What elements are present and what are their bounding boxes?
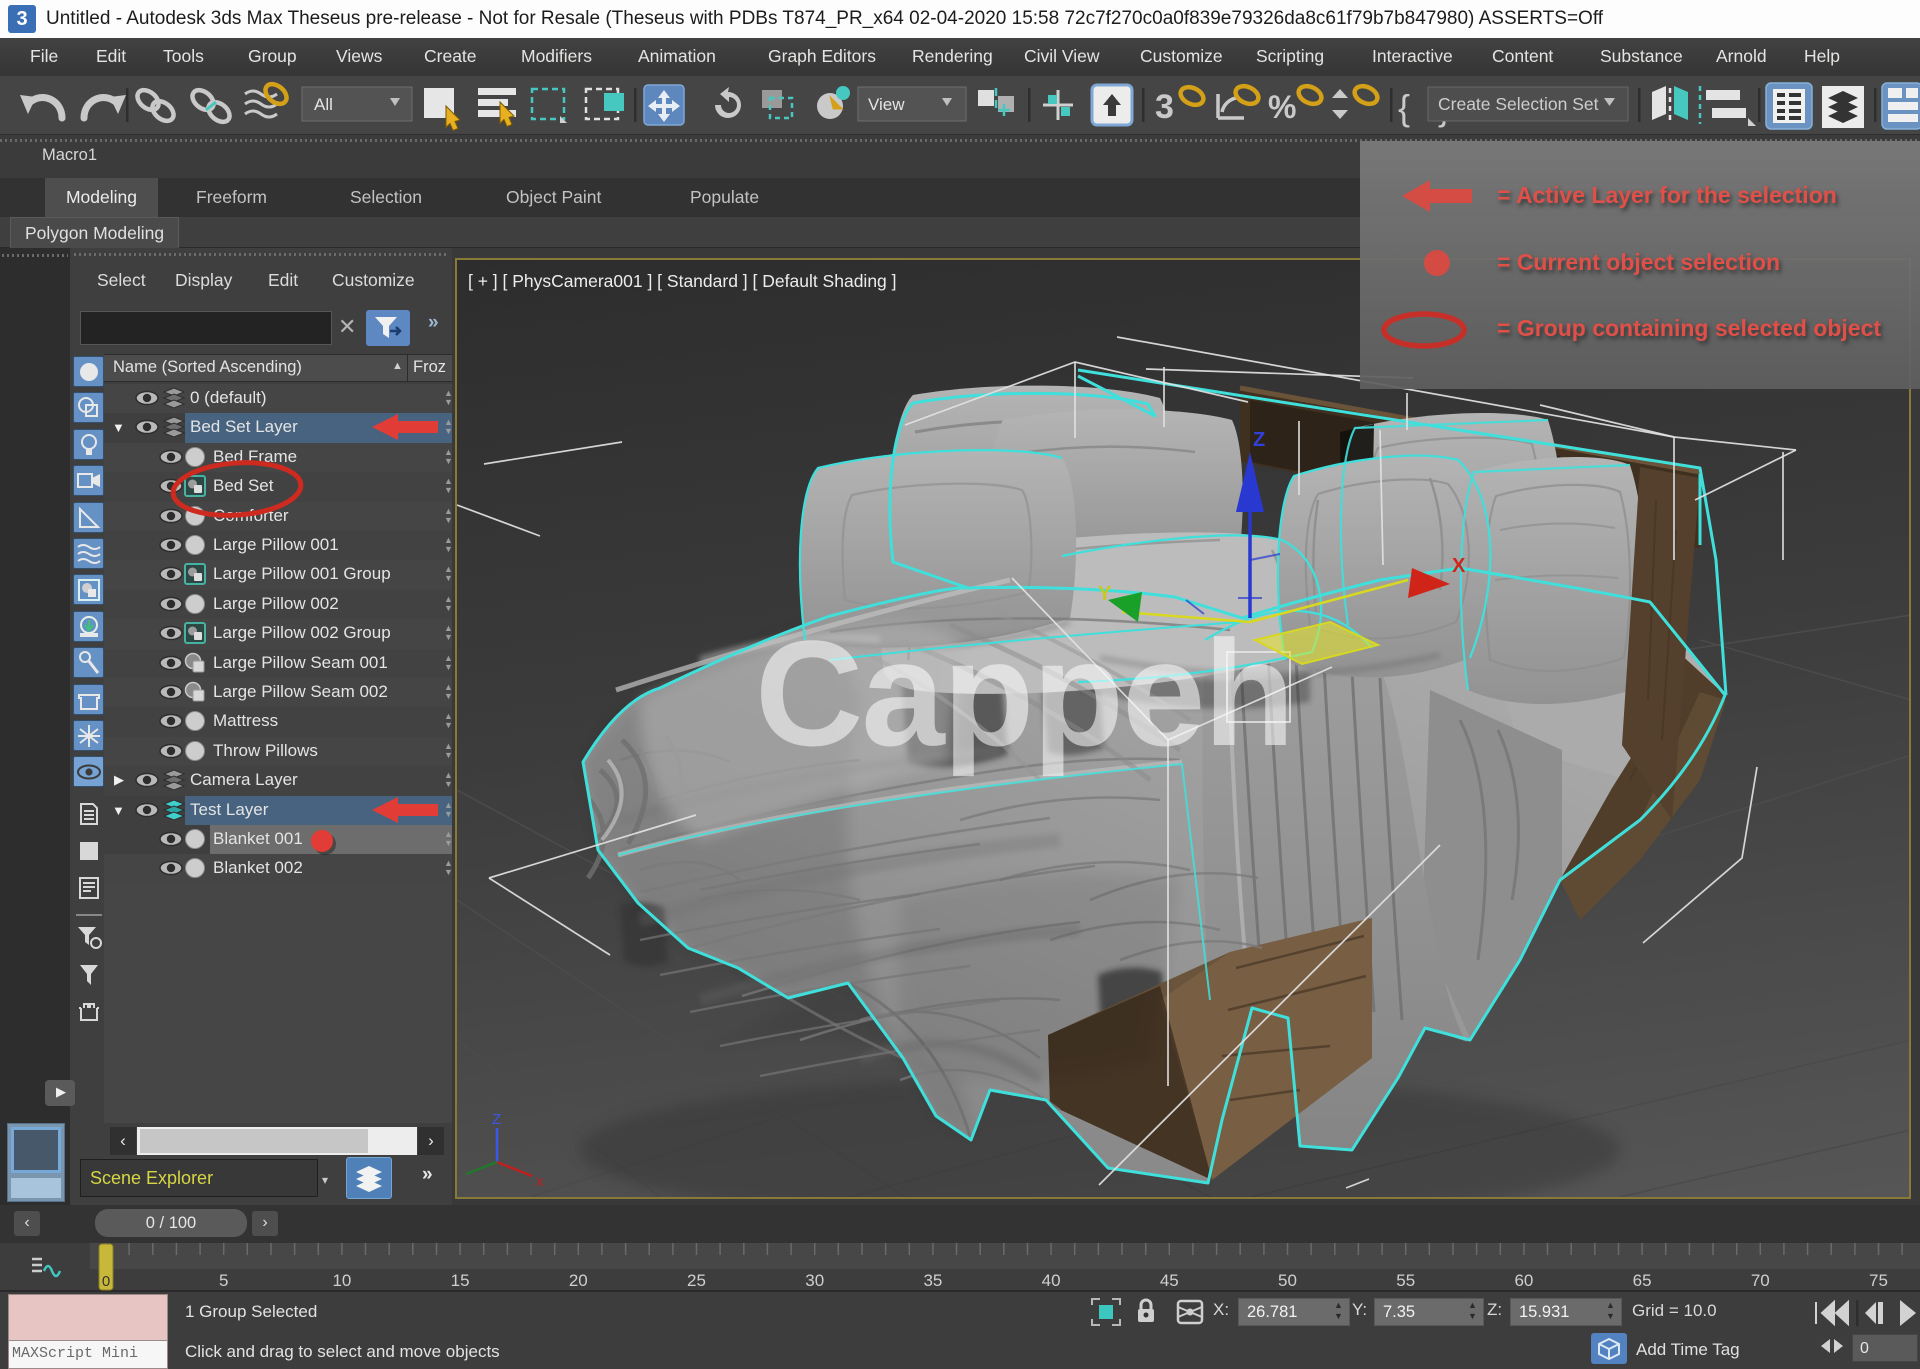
svg-text:%: % xyxy=(1268,89,1296,125)
svg-text:Create Selection Set: Create Selection Set xyxy=(1438,94,1599,114)
svg-text:Y: Y xyxy=(1098,583,1112,605)
svg-text:5: 5 xyxy=(219,1271,228,1290)
svg-text:45: 45 xyxy=(1160,1271,1179,1290)
svg-text:{: { xyxy=(1398,87,1410,128)
svg-text:35: 35 xyxy=(923,1271,942,1290)
svg-text:15: 15 xyxy=(451,1271,470,1290)
svg-text:25: 25 xyxy=(687,1271,706,1290)
svg-text:3: 3 xyxy=(1155,88,1174,126)
svg-text:60: 60 xyxy=(1514,1271,1533,1290)
svg-text:X: X xyxy=(1452,555,1466,577)
svg-text:30: 30 xyxy=(805,1271,824,1290)
svg-text:0: 0 xyxy=(102,1273,110,1290)
svg-text:10: 10 xyxy=(332,1271,351,1290)
svg-text:Z: Z xyxy=(492,1111,501,1128)
svg-text:70: 70 xyxy=(1751,1271,1770,1290)
svg-text:65: 65 xyxy=(1633,1271,1652,1290)
svg-text:View: View xyxy=(868,95,905,114)
svg-text:x: x xyxy=(536,1173,544,1190)
svg-text:Cappeh: Cappeh xyxy=(755,609,1293,777)
svg-text:55: 55 xyxy=(1396,1271,1415,1290)
svg-text:50: 50 xyxy=(1278,1271,1297,1290)
svg-text:Z: Z xyxy=(1253,429,1265,451)
svg-text:40: 40 xyxy=(1042,1271,1061,1290)
svg-text:75: 75 xyxy=(1869,1271,1888,1290)
svg-text:20: 20 xyxy=(569,1271,588,1290)
svg-text:All: All xyxy=(314,95,333,114)
